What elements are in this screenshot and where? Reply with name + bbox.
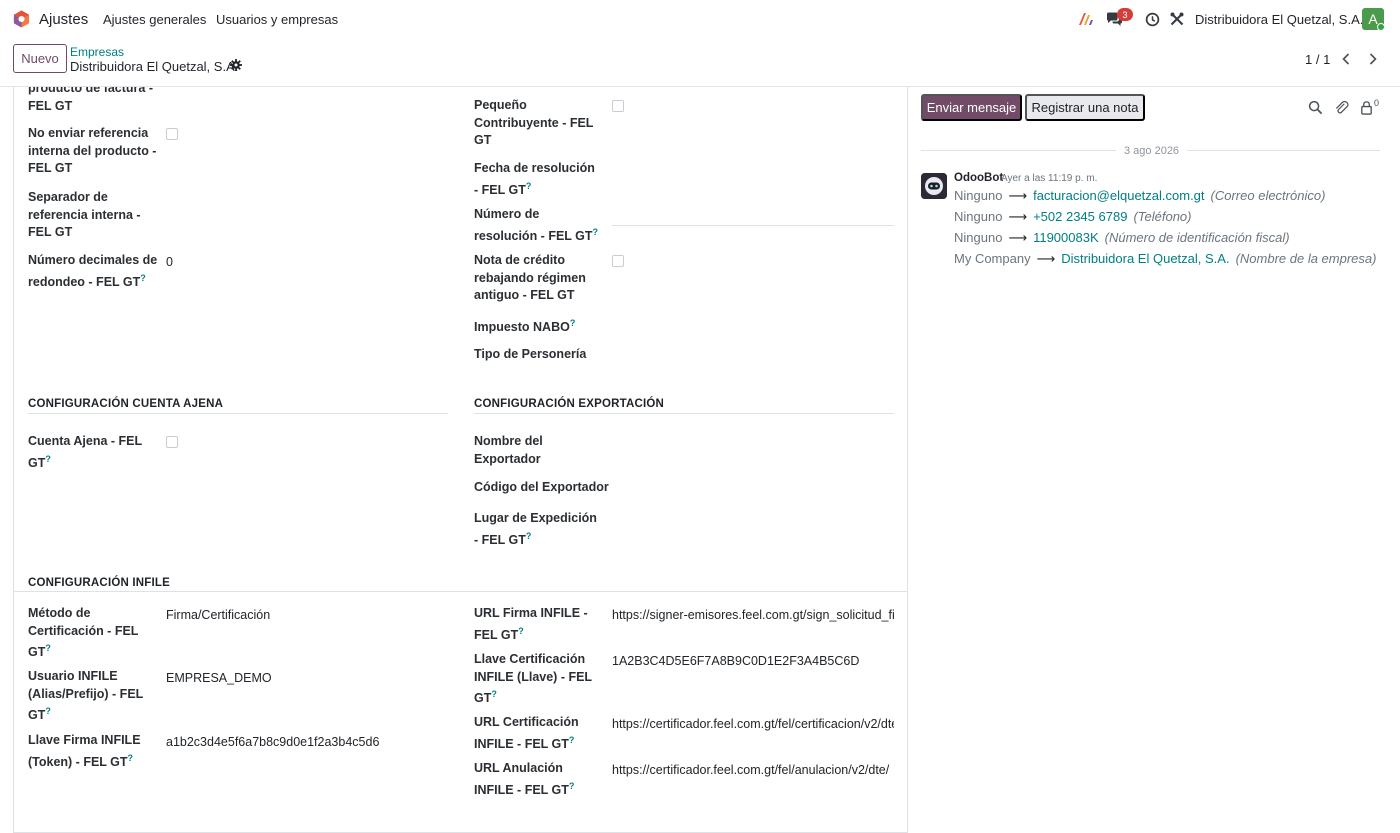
label-metodo-certificacion: Método de Certificación - FEL GT? (28, 606, 139, 660)
message-author[interactable]: OdooBot (954, 172, 1003, 184)
checkbox-pequeno-contribuyente[interactable] (612, 100, 624, 112)
field-llave-certificacion[interactable]: 1A2B3C4D5E6F7A8B9C0D1E2F3A4B5C6D (612, 654, 894, 668)
field-url-anulacion[interactable]: https://certificador.feel.com.gt/fel/anu… (612, 763, 894, 777)
label-codigo-exportador: Código del Exportador (474, 480, 609, 494)
settings-app-icon[interactable] (12, 9, 31, 29)
form-sheet: producto de factura - FEL GT No enviar r… (13, 87, 908, 833)
menu-usuarios-empresas[interactable]: Usuarios y empresas (216, 12, 338, 27)
tracking-row: My Company ⟶ Distribuidora El Quetzal, S.A… (954, 251, 1377, 266)
section-separator (14, 591, 907, 592)
ai-assistant-icon[interactable] (1077, 10, 1095, 28)
followers-count: 0 (1374, 98, 1380, 108)
checkbox-nota-credito[interactable] (612, 255, 624, 267)
field-llave-firma[interactable]: a1b2c3d4e5f6a7b8c9d0e1f2a3b4c5d6 (166, 735, 379, 749)
section-cuenta-ajena-title: CONFIGURACIÓN CUENTA AJENA (28, 398, 224, 410)
label-numero-resolucion: Número de resolución - FEL GT? (474, 207, 599, 243)
messages-count-badge: 3 (1117, 8, 1133, 21)
chevron-left-icon[interactable] (1334, 48, 1358, 70)
label-producto-factura: producto de factura - FEL GT (28, 87, 154, 113)
section-exportacion-title: CONFIGURACIÓN EXPORTACIÓN (474, 398, 665, 410)
label-no-enviar-referencia: No enviar referencia interna del product… (28, 126, 157, 175)
section-infile-title: CONFIGURACIÓN INFILE (28, 577, 170, 589)
breadcrumb-empresas[interactable]: Empresas (70, 45, 124, 59)
label-nota-credito: Nota de crédito rebajando régimen antigu… (474, 253, 586, 302)
label-lugar-expedicion: Lugar de Expedición - FEL GT? (474, 511, 597, 547)
label-url-certificacion: URL Certificación INFILE - FEL GT? (474, 715, 579, 751)
label-url-anulacion: URL Anulación INFILE - FEL GT? (474, 761, 575, 797)
log-note-button[interactable]: Registrar una nota (1025, 94, 1145, 121)
field-metodo-certificacion[interactable]: Firma/Certificación (166, 608, 270, 622)
company-switcher[interactable]: Distribuidora El Quetzal, S.A. (1195, 12, 1363, 27)
chatter-panel: Enviar mensaje Registrar una nota 0 3 ag… (908, 87, 1400, 833)
online-status-dot (1377, 23, 1385, 31)
chevron-right-icon[interactable] (1361, 48, 1385, 70)
label-nombre-exportador: Nombre del Exportador (474, 434, 543, 466)
paperclip-icon[interactable] (1334, 100, 1349, 115)
label-tipo-personeria: Tipo de Personería (474, 347, 587, 361)
label-fecha-resolucion: Fecha de resolución - FEL GT? (474, 161, 595, 197)
breadcrumb-current: Distribuidora El Quetzal, S.A. (70, 59, 239, 74)
menu-ajustes-generales[interactable]: Ajustes generales (103, 12, 206, 27)
tracking-row: Ninguno ⟶ +502 2345 6789 (Teléfono) (954, 209, 1192, 224)
field-url-certificacion[interactable]: https://certificador.feel.com.gt/fel/cer… (612, 717, 894, 731)
section-separator (474, 413, 894, 414)
label-url-firma: URL Firma INFILE - FEL GT? (474, 606, 588, 642)
label-separador-referencia: Separador de referencia interna - FEL GT (28, 190, 141, 239)
label-decimales-redondeo: Número decimales de redondeo - FEL GT? (28, 253, 158, 289)
odoobot-avatar (921, 173, 947, 199)
label-impuesto-nabo: Impuesto NABO? (474, 318, 576, 335)
top-navbar: Ajustes Ajustes generales Usuarios y emp… (0, 0, 1400, 38)
debug-tools-icon[interactable] (1168, 10, 1186, 28)
field-decimales-redondeo[interactable]: 0 (166, 255, 173, 269)
gear-icon[interactable] (230, 59, 242, 71)
pager-value[interactable]: 1 / 1 (1305, 52, 1330, 67)
control-panel: Nuevo Empresas Distribuidora El Quetzal,… (0, 38, 1400, 87)
field-usuario-infile[interactable]: EMPRESA_DEMO (166, 671, 272, 685)
app-name[interactable]: Ajustes (39, 11, 88, 28)
label-cuenta-ajena: Cuenta Ajena - FEL GT? (28, 434, 142, 470)
label-llave-certificacion: Llave Certificación INFILE (Llave) - FEL… (474, 652, 592, 706)
send-message-button[interactable]: Enviar mensaje (921, 94, 1022, 121)
activity-clock-icon[interactable] (1143, 10, 1161, 28)
section-separator (28, 413, 448, 414)
field-url-firma[interactable]: https://signer-emisores.feel.com.gt/sign… (612, 608, 894, 622)
new-button[interactable]: Nuevo (13, 44, 67, 73)
checkbox-cuenta-ajena[interactable] (166, 436, 178, 448)
field-numero-resolucion-underline[interactable] (612, 225, 894, 226)
search-icon[interactable] (1308, 100, 1323, 115)
checkbox-no-enviar-referencia[interactable] (166, 128, 178, 140)
label-llave-firma: Llave Firma INFILE (Token) - FEL GT? (28, 733, 141, 769)
label-pequeno-contribuyente: Pequeño Contribuyente - FEL GT (474, 98, 594, 147)
follower-lock-icon[interactable] (1359, 100, 1374, 115)
message-time: Ayer a las 11:19 p. m. (1001, 173, 1098, 184)
date-separator: 3 ago 2026 (1116, 145, 1188, 157)
label-usuario-infile: Usuario INFILE (Alias/Prefijo) - FEL GT? (28, 669, 144, 723)
tracking-row: Ninguno ⟶ 11900083K (Número de identificaci… (954, 230, 1290, 245)
tracking-row: Ninguno ⟶ facturacion@elquetzal.com.gt (Cor… (954, 188, 1326, 203)
